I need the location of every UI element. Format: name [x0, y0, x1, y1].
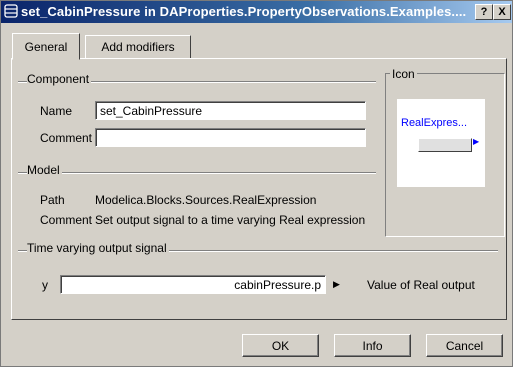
component-group-label: Component [27, 72, 92, 86]
model-comment-label: Comment [40, 213, 93, 227]
model-comment-value: Set output signal to a time varying Real… [95, 213, 366, 227]
close-button[interactable]: X [493, 4, 511, 20]
comment-input[interactable] [95, 128, 366, 147]
y-param-description: Value of Real output [367, 278, 475, 292]
comment-label: Comment [40, 131, 93, 145]
path-value: Modelica.Blocks.Sources.RealExpression [95, 193, 317, 207]
name-input[interactable]: set_CabinPressure [95, 101, 366, 120]
path-label: Path [40, 193, 65, 207]
model-icon [4, 4, 18, 18]
info-button[interactable]: Info [334, 334, 411, 357]
icon-group: Icon RealExpres... ▶ [385, 67, 505, 237]
y-param-menu-icon[interactable]: ▶ [333, 279, 340, 290]
title-bar[interactable]: set_CabinPressure in DAProperties.Proper… [1, 1, 512, 23]
output-port-icon: ▶ [473, 137, 480, 146]
signal-group-label: Time varying output signal [27, 241, 169, 255]
y-param-input[interactable]: cabinPressure.p [60, 275, 326, 294]
window-title: set_CabinPressure in DAProperties.Proper… [21, 4, 467, 19]
icon-preview: RealExpres... ▶ [397, 99, 485, 187]
cancel-button[interactable]: Cancel [426, 334, 503, 357]
icon-preview-text: RealExpres... [401, 117, 468, 129]
model-group-label: Model [27, 163, 62, 177]
model-group-divider [18, 172, 376, 174]
icon-block-shape [418, 138, 472, 152]
icon-group-label: Icon [390, 67, 417, 81]
dialog-window: set_CabinPressure in DAProperties.Proper… [0, 0, 513, 367]
help-button[interactable]: ? [475, 4, 493, 20]
ok-button[interactable]: OK [242, 334, 319, 357]
tab-general[interactable]: General [12, 33, 80, 60]
y-param-label: y [42, 278, 48, 292]
name-label: Name [40, 104, 73, 118]
general-panel: Component Name set_CabinPressure Comment… [11, 58, 507, 320]
tab-add-modifiers[interactable]: Add modifiers [85, 35, 191, 59]
